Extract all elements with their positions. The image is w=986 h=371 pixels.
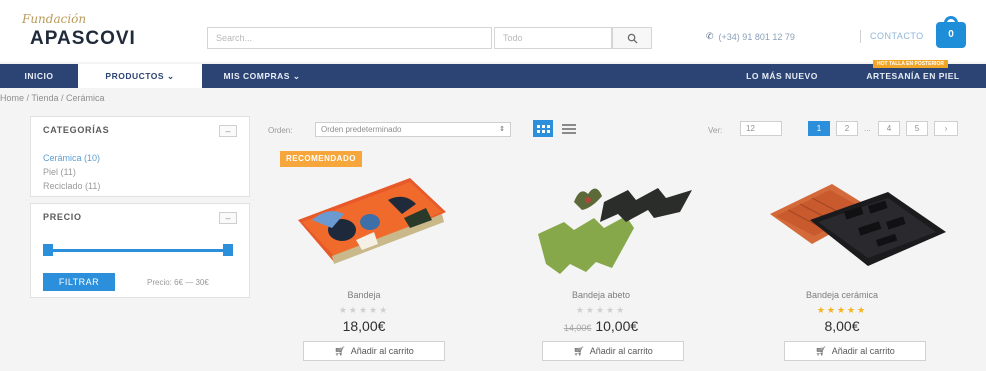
add-to-cart-button[interactable]: 🛒︎ Añadir al carrito [784,341,926,361]
add-to-cart-button[interactable]: 🛒︎ Añadir al carrito [303,341,445,361]
nav-item-lo-mas-nuevo[interactable]: LO MÁS NUEVO [732,64,832,88]
order-select-value: Orden predeterminado [321,125,402,134]
search-icon [627,33,638,44]
logo-script-text: Fundación [22,12,87,26]
price-panel: PRECIO – FILTRAR Precio: 6€ — 30€ [30,203,250,298]
add-to-cart-label: Añadir al carrito [350,346,414,356]
categories-panel: CATEGORÍAS – Cerámica (10) Piel (11) Rec… [30,116,250,197]
pagination-page[interactable]: 1 [808,121,830,136]
cart-count: 0 [948,29,954,40]
product-price: 14,00€ 10,00€ [491,318,711,334]
main-nav: INICIO PRODUCTOS ⌄ MIS COMPRAS ⌄ LO MÁS … [0,60,986,88]
nav-badge: HOT TALLA EN POSTERIOR [873,60,948,68]
product-image-bandeja[interactable] [292,170,452,280]
phone-text: (+34) 91 801 12 79 [718,31,795,42]
bag-icon [944,16,958,26]
filter-button[interactable]: FILTRAR [43,273,115,291]
price-slider-track[interactable] [43,249,231,252]
price-current: 10,00€ [595,318,639,334]
product-price: 8,00€ [732,318,952,334]
price-current: 18,00€ [342,318,386,334]
per-page-select[interactable]: 12 [740,121,782,136]
order-select[interactable]: Orden predeterminado ⇕ [315,122,511,137]
rating-stars: ★★★★★ [816,305,868,315]
per-page-label: Ver: [708,126,723,135]
product-price: 18,00€ [254,318,474,334]
pagination-next[interactable]: › [934,121,958,136]
price-slider-max-handle[interactable] [223,244,233,256]
product-title[interactable]: Bandeja abeto [491,290,711,300]
add-to-cart-button[interactable]: 🛒︎ Añadir al carrito [542,341,684,361]
cart-icon: 🛒︎ [815,345,827,356]
collapse-button[interactable]: – [219,125,237,137]
pagination-page[interactable]: 5 [906,121,928,136]
price-title: PRECIO [43,212,82,222]
add-to-cart-label: Añadir al carrito [831,346,895,356]
category-link[interactable]: Reciclado (11) [43,181,100,191]
order-label: Orden: [268,126,293,135]
pagination-page[interactable]: 2 [836,121,858,136]
caret-icon: ⇕ [499,126,505,133]
product-image-bandeja-abeto[interactable] [530,172,700,284]
contact-link[interactable]: CONTACTO [870,31,924,41]
rating-stars: ★★★★★ [575,305,627,315]
search-category-select[interactable]: Todo [494,27,612,49]
search-button[interactable] [612,27,652,49]
shop-page: Fundación APASCOVI Search... Todo ✆ (+34… [0,0,986,371]
cart-icon: 🛒︎ [573,345,585,356]
price-old: 14,00€ [563,323,592,333]
nav-item-productos[interactable]: PRODUCTOS ⌄ [78,64,202,88]
pagination-ellipsis: ... [864,124,871,133]
header-divider [860,30,861,43]
category-link[interactable]: Cerámica (10) [43,153,100,163]
breadcrumb[interactable]: Home / Tienda / Cerámica [0,93,105,103]
cart-icon: 🛒︎ [334,345,346,356]
site-header: Fundación APASCOVI Search... Todo ✆ (+34… [0,0,986,62]
price-current: 8,00€ [824,318,860,334]
price-range-text: Precio: 6€ — 30€ [147,278,209,287]
rating-stars: ★★★★★ [338,305,390,315]
pagination-page[interactable]: 4 [878,121,900,136]
phone-icon: ✆ [706,31,714,41]
nav-item-inicio[interactable]: INICIO [0,64,78,88]
category-link[interactable]: Piel (11) [43,167,76,177]
add-to-cart-label: Añadir al carrito [589,346,653,356]
logo-main-text: APASCOVI [30,28,136,49]
price-slider-min-handle[interactable] [43,244,53,256]
list-view-button[interactable] [559,120,579,137]
cart-button[interactable]: 0 [936,16,966,48]
logo[interactable]: Fundación APASCOVI [22,12,172,54]
nav-item-mis-compras[interactable]: MIS COMPRAS ⌄ [212,64,312,88]
grid-view-button[interactable] [533,120,553,137]
product-image-bandeja-ceramica[interactable] [764,170,954,282]
phone-number: ✆ (+34) 91 801 12 79 [706,31,795,42]
categories-title: CATEGORÍAS [43,125,110,135]
product-title[interactable]: Bandeja cerámica [732,290,952,300]
collapse-button[interactable]: – [219,212,237,224]
search-input[interactable]: Search... [207,27,492,49]
product-title[interactable]: Bandeja [254,290,474,300]
recommended-badge: RECOMENDADO [280,151,362,167]
